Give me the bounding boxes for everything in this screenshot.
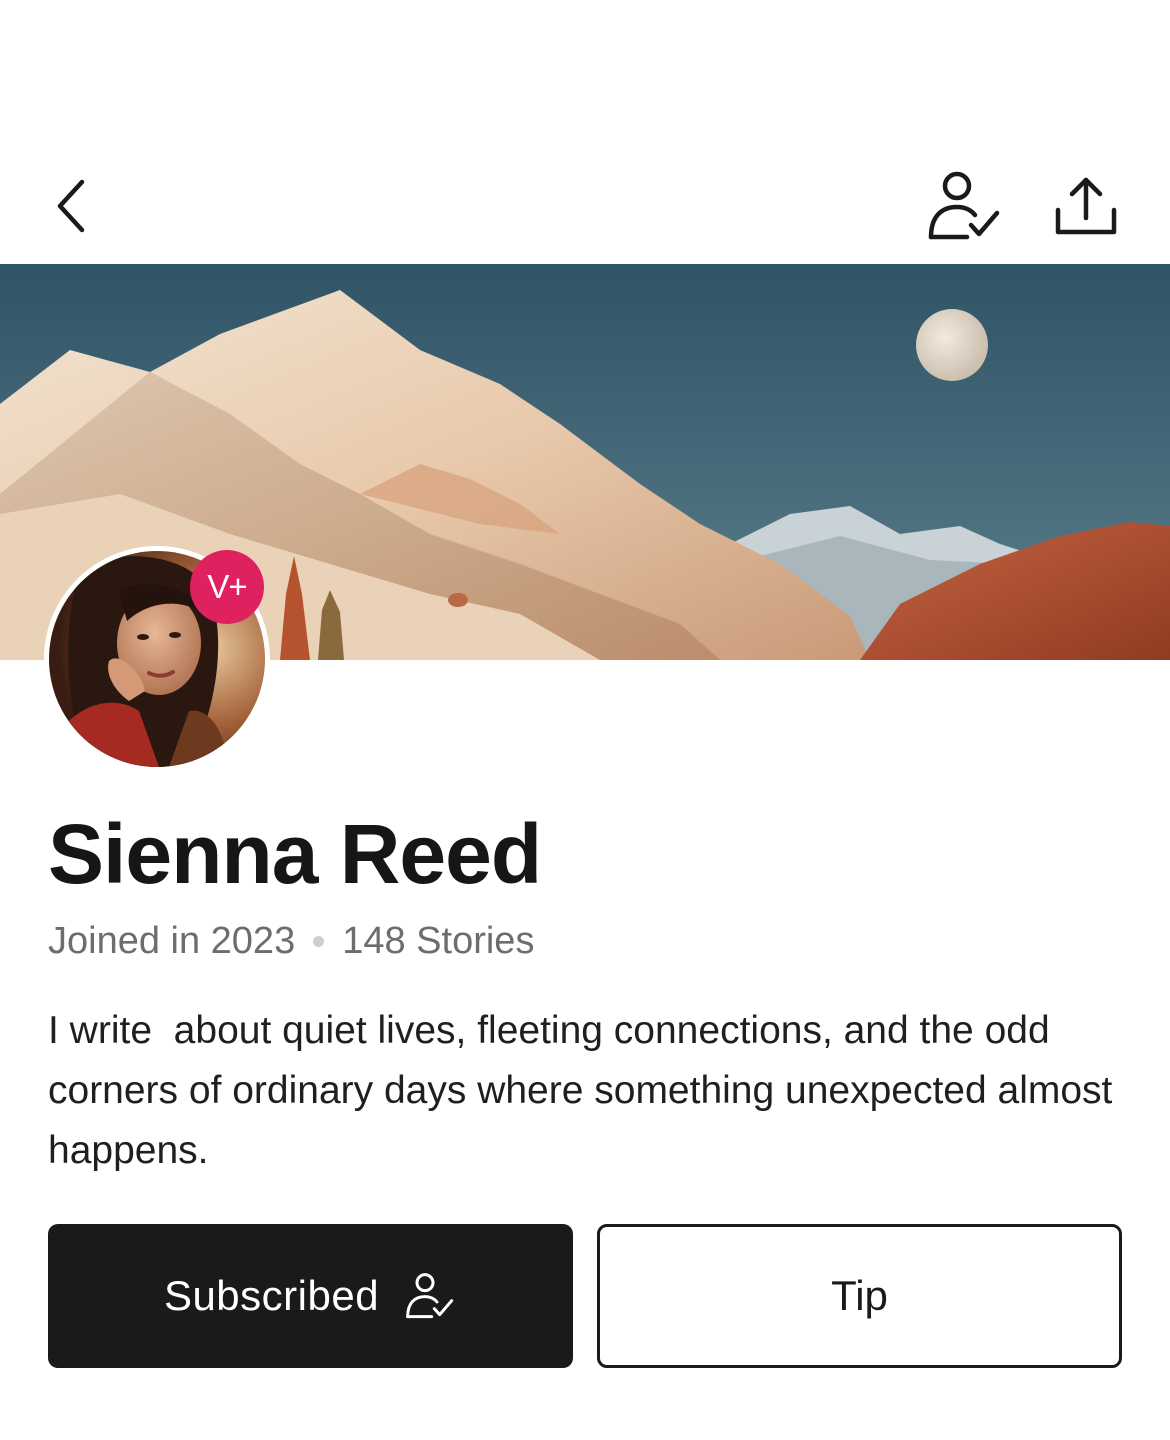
profile-name: Sienna Reed (48, 807, 542, 901)
chevron-left-icon (57, 179, 85, 233)
share-upload-icon (1055, 177, 1117, 235)
subscribed-button[interactable]: Subscribed (48, 1224, 573, 1368)
subscribed-label: Subscribed (163, 1272, 380, 1319)
profile-meta: Joined in 2023 148 Stories (48, 920, 534, 963)
vip-badge: V+ (190, 550, 264, 624)
stories-count: 148 Stories (342, 920, 535, 962)
user-check-icon (406, 1273, 454, 1319)
tip-button[interactable]: Tip (597, 1224, 1122, 1368)
back-button[interactable] (40, 168, 104, 244)
user-check-icon (928, 171, 1000, 240)
profile-avatar[interactable]: V+ (44, 546, 270, 772)
profile-bio: I write about quiet lives, fleeting conn… (48, 1009, 1124, 1172)
top-navigation-bar (0, 150, 1170, 264)
follow-status-button[interactable] (920, 166, 1012, 246)
share-button[interactable] (1044, 164, 1128, 248)
separator-dot (313, 936, 325, 947)
tip-label: Tip (831, 1272, 888, 1319)
joined-date: Joined in 2023 (48, 920, 296, 962)
